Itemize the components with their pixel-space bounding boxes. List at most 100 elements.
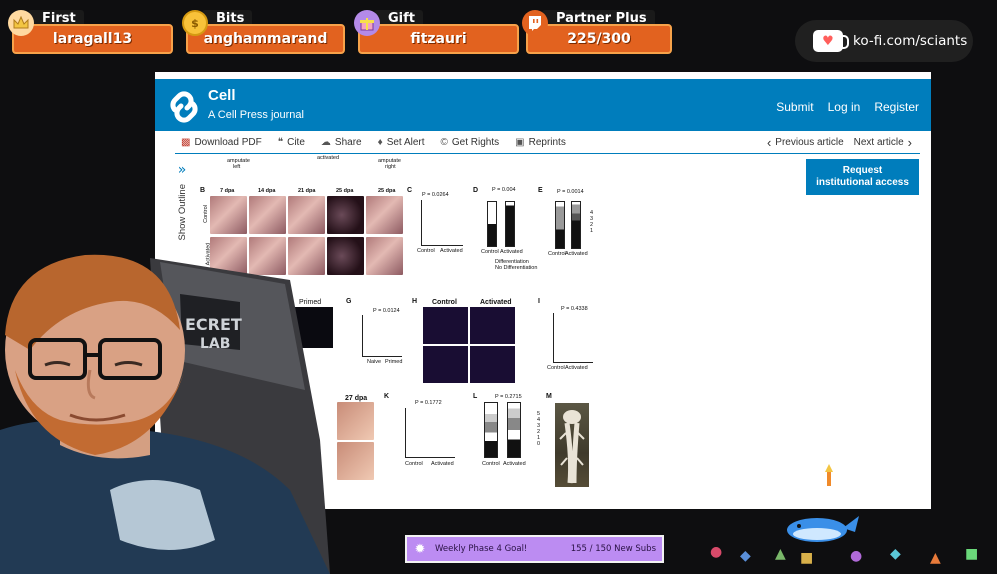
alert-partner-plus: Partner Plus 225/300 [522,8,672,54]
login-link[interactable]: Log in [828,100,861,114]
goal-progress: 155 / 150 New Subs [570,544,656,554]
plot-axis [553,313,593,363]
pdf-icon: ▩ [181,136,191,148]
panel-letter: B [200,187,206,194]
axolotl-icon [559,410,585,484]
plot-axis [421,200,463,246]
kofi-badge[interactable]: ♥ ko-fi.com/sciants [795,20,973,62]
alert-bits: $ Bits anghammarand [182,8,345,54]
cell-logo-icon[interactable] [167,90,201,124]
sprite-icon: ● [710,544,723,560]
alert-first: First laragall13 [8,8,173,54]
alert-value: laragall13 [52,31,133,47]
streamer-webcam-image: ECRET LAB [0,254,330,574]
figure-label: left [233,164,241,170]
share-icon: ☁ [320,136,331,148]
p-value: P = 0.0264 [422,192,449,198]
chevron-right-icon: › [907,134,912,150]
kofi-cup-icon: ♥ [813,30,849,52]
toolbar-label: Set Alert [386,136,425,148]
p-value: P = 0.0124 [373,308,400,314]
stacked-bar [484,402,498,458]
legend-entry: No Differentiation [495,265,538,271]
axis-tick: Activated [440,248,463,254]
download-pdf-button[interactable]: ▩ Download PDF [181,137,262,148]
axis-tick: Control [547,365,565,371]
axis-tick: Control [482,461,500,467]
sprite-icon: ● [850,548,863,564]
kofi-link[interactable]: ko-fi.com/sciants [853,33,967,49]
figure-label: right [385,164,396,170]
p-value: P = 0.1772 [415,400,442,406]
toolbar-label: Cite [287,136,305,148]
legend-entry: 1 [590,228,594,234]
reprints-button[interactable]: ▣ Reprints [515,137,566,148]
figure-label: activated [317,155,340,161]
limb-photo [210,196,247,234]
panel-letter: H [412,298,418,305]
get-rights-button[interactable]: © Get Rights [441,137,500,148]
panel-letter: C [407,187,413,194]
toolbar-label: Share [334,136,362,148]
set-alert-button[interactable]: ♦ Set Alert [378,137,425,148]
axis-tick: Activated [500,249,523,255]
axis-tick: Primed [385,359,403,365]
reprint-icon: ▣ [515,136,525,148]
plot-axis [405,408,455,458]
webcam-feed: ECRET LAB [0,240,355,574]
toolbar-label: Download PDF [194,136,262,148]
crown-icon [8,10,34,36]
stacked-bar [571,201,581,249]
row-label: Control [202,205,209,223]
axis-tick: Control [417,248,435,254]
axis-tick: Control [405,461,423,467]
svg-text:ECRET: ECRET [185,315,242,334]
panel-letter: I [538,298,540,305]
submit-link[interactable]: Submit [776,100,813,114]
axis-tick: Control [548,251,566,257]
fluorescence-image [470,307,515,344]
timepoint-label: 25 dpa [336,188,354,194]
axis-tick: Activated [431,461,454,467]
previous-article-link[interactable]: ‹ Previous article [767,135,844,150]
p-value: P = 0.004 [492,187,516,193]
axis-tick: Activated [565,365,588,371]
timepoint-label: 14 dpa [258,188,276,194]
cite-button[interactable]: ❝ Cite [278,137,305,148]
toolbar-label: Next article [853,136,904,148]
next-article-link[interactable]: Next article › [854,135,912,150]
outline-label: Show Outline [176,184,188,241]
panel-letter: M [546,393,552,400]
p-value: P = 0.2715 [495,394,522,400]
request-access-button[interactable]: Request institutional access [806,159,919,195]
legend-entry: 0 [537,441,541,447]
fluorescence-image [470,346,515,383]
axis-tick: Control [481,249,499,255]
header-nav: Submit Log in Register [776,100,919,114]
request-label: Request [842,165,883,176]
share-button[interactable]: ☁ Share [321,137,362,148]
starburst-icon: ✹ [414,541,426,557]
quote-icon: ❝ [277,136,284,148]
copyright-icon: © [440,136,448,148]
sprite-icon: ◆ [890,546,901,562]
twitch-icon [522,10,548,36]
svg-text:LAB: LAB [200,336,230,352]
alert-value: anghammarand [203,31,328,47]
journal-title[interactable]: Cell [208,87,236,104]
sprite-icon: ◆ [740,548,751,564]
coin-icon: $ [182,10,208,36]
p-value: P = 0.4338 [561,306,588,312]
stacked-bar [555,201,565,249]
limb-photo [288,196,325,234]
limb-photo [366,237,403,275]
bell-icon: ♦ [377,136,383,148]
column-label: Activated [480,299,512,306]
fluorescence-image [423,346,468,383]
register-link[interactable]: Register [874,100,919,114]
axis-tick: Activated [565,251,588,257]
panel-letter: D [473,187,479,194]
weekly-goal-widget: ✹ Weekly Phase 4 Goal! 155 / 150 New Sub… [405,535,664,563]
sprite-icon: ▲ [775,546,786,562]
alert-value: 225/300 [567,31,631,47]
